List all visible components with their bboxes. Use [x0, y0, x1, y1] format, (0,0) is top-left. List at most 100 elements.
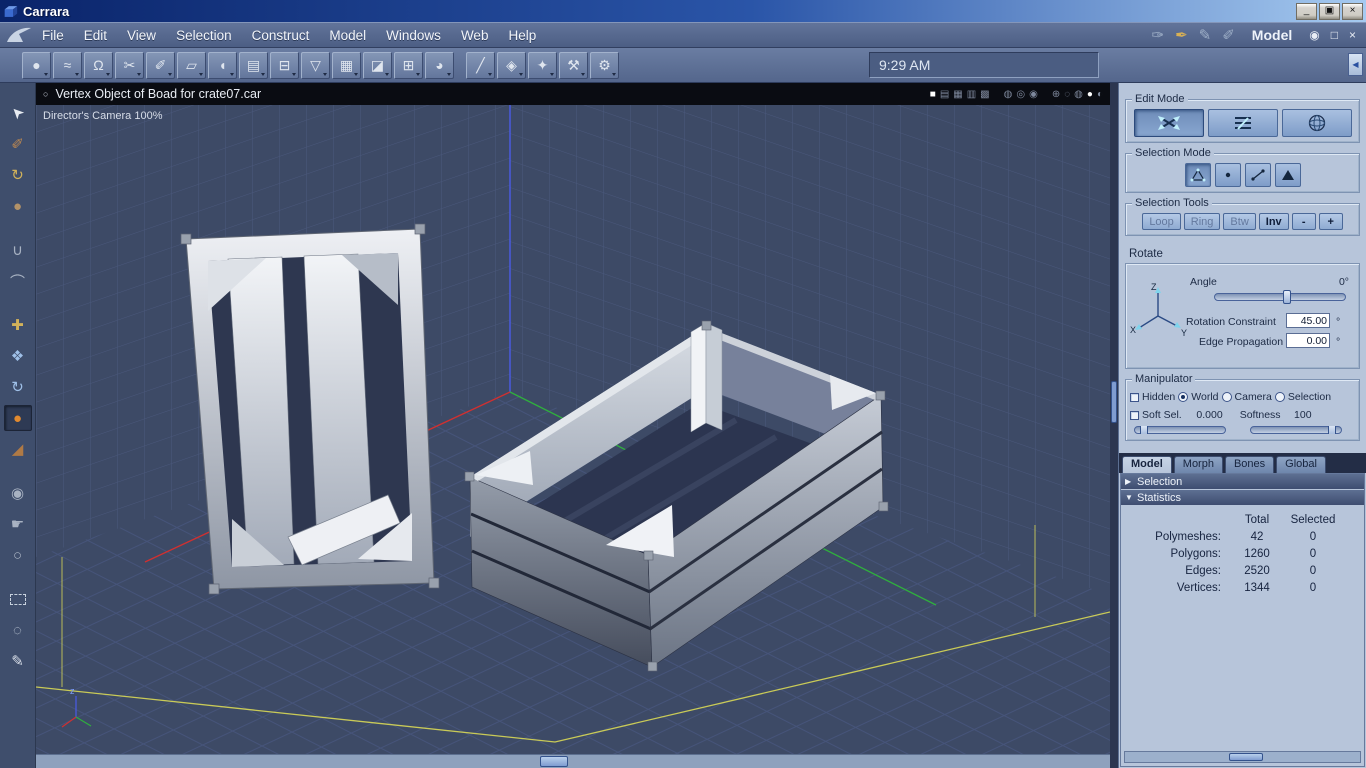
- between-button[interactable]: Btw: [1223, 213, 1256, 230]
- tab-global[interactable]: Global: [1276, 456, 1326, 473]
- horizontal-scrollbar[interactable]: [36, 754, 1110, 768]
- translate-tool-icon[interactable]: ✚: [4, 312, 32, 338]
- select-face-mode-button[interactable]: [1274, 163, 1301, 187]
- vertical-scrollbar-thumb[interactable]: [1111, 381, 1117, 423]
- layout-columns-icon[interactable]: ▥: [967, 89, 976, 100]
- tab-model[interactable]: Model: [1122, 456, 1172, 473]
- layout-grid-icon[interactable]: ▩: [980, 89, 989, 100]
- panel-collapse-button[interactable]: ◀: [1348, 53, 1363, 76]
- marquee-select-icon[interactable]: [4, 586, 32, 612]
- softness-slider[interactable]: [1250, 426, 1342, 434]
- invert-button[interactable]: Inv: [1258, 213, 1289, 230]
- model-room-icon[interactable]: ✒: [1175, 26, 1188, 44]
- crate-model-left[interactable]: [180, 223, 440, 595]
- hotpoint-tool-icon[interactable]: ●: [3, 405, 32, 431]
- grow-selection-button[interactable]: +: [1318, 213, 1343, 230]
- horizontal-scrollbar-thumb[interactable]: [540, 756, 568, 767]
- select-arrow-icon[interactable]: ➤: [4, 100, 32, 126]
- clipboard-tool-icon[interactable]: ⊞: [394, 51, 423, 79]
- bend-tool-icon[interactable]: ◈: [497, 51, 526, 79]
- rotation-constraint-input[interactable]: [1286, 313, 1330, 328]
- box-tool-icon[interactable]: ◪: [363, 51, 392, 79]
- close-button[interactable]: ×: [1342, 2, 1363, 20]
- edge-propagation-input[interactable]: [1286, 333, 1330, 348]
- world-radio[interactable]: [1178, 392, 1189, 402]
- shaded-sphere-icon[interactable]: ●: [1087, 89, 1093, 100]
- arc-tool-icon[interactable]: ⌒: [4, 268, 32, 294]
- angle-slider-thumb[interactable]: [1282, 290, 1291, 304]
- dart-tool-icon[interactable]: ✐: [4, 131, 32, 157]
- ramp-tool-icon[interactable]: ◢: [4, 436, 32, 462]
- menu-item-windows[interactable]: Windows: [376, 28, 451, 43]
- rotate-tool-icon[interactable]: ↻: [4, 162, 32, 188]
- statistics-section-header[interactable]: ▼ Statistics: [1121, 490, 1364, 505]
- zoom-icon[interactable]: ○: [4, 542, 32, 568]
- magnet-icon[interactable]: ∪: [4, 237, 32, 263]
- loop-button[interactable]: Loop: [1142, 213, 1181, 230]
- layout-two-icon[interactable]: ▤: [940, 89, 949, 100]
- knife-tool-icon[interactable]: ✐: [146, 51, 175, 79]
- menu-item-selection[interactable]: Selection: [166, 28, 242, 43]
- lasso-icon[interactable]: ◌: [4, 617, 32, 643]
- orbit-tool-icon[interactable]: ◕: [425, 51, 454, 79]
- stamp-tool-icon[interactable]: ▤: [239, 51, 268, 79]
- lathe-tool-icon[interactable]: Ω: [84, 51, 113, 79]
- ring-button[interactable]: Ring: [1183, 213, 1221, 230]
- texture-room-icon[interactable]: ✎: [1199, 26, 1212, 44]
- move-tool-icon[interactable]: ❖: [4, 343, 32, 369]
- shrink-selection-button[interactable]: -: [1291, 213, 1316, 230]
- selection-section-header[interactable]: ▶ Selection: [1121, 474, 1364, 489]
- slash-tool-icon[interactable]: ╱: [466, 51, 495, 79]
- rotate-manip-icon[interactable]: ↻: [4, 374, 32, 400]
- eye-icon[interactable]: ◉: [1309, 28, 1319, 42]
- viewport-canvas[interactable]: Director's Camera 100% z: [36, 105, 1110, 754]
- soft-selection-slider-thumb[interactable]: [1139, 426, 1148, 434]
- restore-button[interactable]: ▣: [1319, 2, 1340, 20]
- layout-single-icon[interactable]: ■: [930, 89, 936, 100]
- marquee-tool-icon[interactable]: ▱: [177, 51, 206, 79]
- tab-bones[interactable]: Bones: [1224, 456, 1275, 473]
- select-all-mode-button[interactable]: [1184, 163, 1211, 187]
- menu-item-construct[interactable]: Construct: [242, 28, 320, 43]
- globe-wire-icon-1[interactable]: ◍: [1004, 89, 1013, 100]
- panel-restore-icon[interactable]: □: [1331, 28, 1338, 42]
- menu-item-help[interactable]: Help: [498, 28, 546, 43]
- vertical-scrollbar[interactable]: [1110, 83, 1118, 768]
- pan-hand-icon[interactable]: ☛: [4, 511, 32, 537]
- render-room-icon[interactable]: ✐: [1222, 26, 1235, 44]
- panel-horizontal-scrollbar[interactable]: [1124, 751, 1361, 763]
- select-edge-mode-button[interactable]: [1244, 163, 1271, 187]
- globe-wire-icon-2[interactable]: ◎: [1016, 89, 1025, 100]
- scissors-tool-icon[interactable]: ✂: [115, 51, 144, 79]
- sphere-primitive-tool-icon[interactable]: ●: [22, 51, 51, 79]
- angle-slider[interactable]: [1214, 290, 1346, 304]
- gear-tool-icon[interactable]: ⚙: [590, 51, 619, 79]
- selection-radio[interactable]: [1274, 392, 1285, 402]
- menu-item-file[interactable]: File: [32, 28, 74, 43]
- sparkle-tool-icon[interactable]: ✦: [528, 51, 557, 79]
- camera-radio[interactable]: [1221, 392, 1232, 402]
- textured-sphere-icon[interactable]: ◐: [1097, 89, 1103, 100]
- softness-slider-thumb[interactable]: [1328, 426, 1337, 434]
- globe-wire-icon-3[interactable]: ◉: [1029, 89, 1038, 100]
- hammer-tool-icon[interactable]: ⚒: [559, 51, 588, 79]
- axes-display-icon[interactable]: ⊕: [1052, 89, 1060, 100]
- panel-scrollbar-thumb[interactable]: [1229, 753, 1263, 761]
- sphere-tool-icon[interactable]: ●: [4, 193, 32, 219]
- tab-morph[interactable]: Morph: [1173, 456, 1223, 473]
- wire-sphere-icon[interactable]: ◍: [1074, 89, 1083, 100]
- select-vertex-mode-button[interactable]: [1214, 163, 1241, 187]
- dither-tool-icon[interactable]: ▦: [332, 51, 361, 79]
- soft-selection-slider[interactable]: [1134, 426, 1226, 434]
- pencil-icon[interactable]: ✎: [4, 648, 32, 674]
- assemble-room-icon[interactable]: ✑: [1151, 26, 1164, 44]
- extrude-tool-icon[interactable]: ⊟: [270, 51, 299, 79]
- dome-tool-icon[interactable]: ◖: [208, 51, 237, 79]
- menu-item-edit[interactable]: Edit: [74, 28, 117, 43]
- hidden-checkbox[interactable]: [1130, 392, 1139, 402]
- camera-icon[interactable]: ◉: [4, 480, 32, 506]
- viewport-3d-scene[interactable]: z: [36, 105, 1110, 754]
- menu-item-view[interactable]: View: [117, 28, 166, 43]
- funnel-tool-icon[interactable]: ▽: [301, 51, 330, 79]
- edit-mode-sphere-button[interactable]: [1281, 109, 1352, 137]
